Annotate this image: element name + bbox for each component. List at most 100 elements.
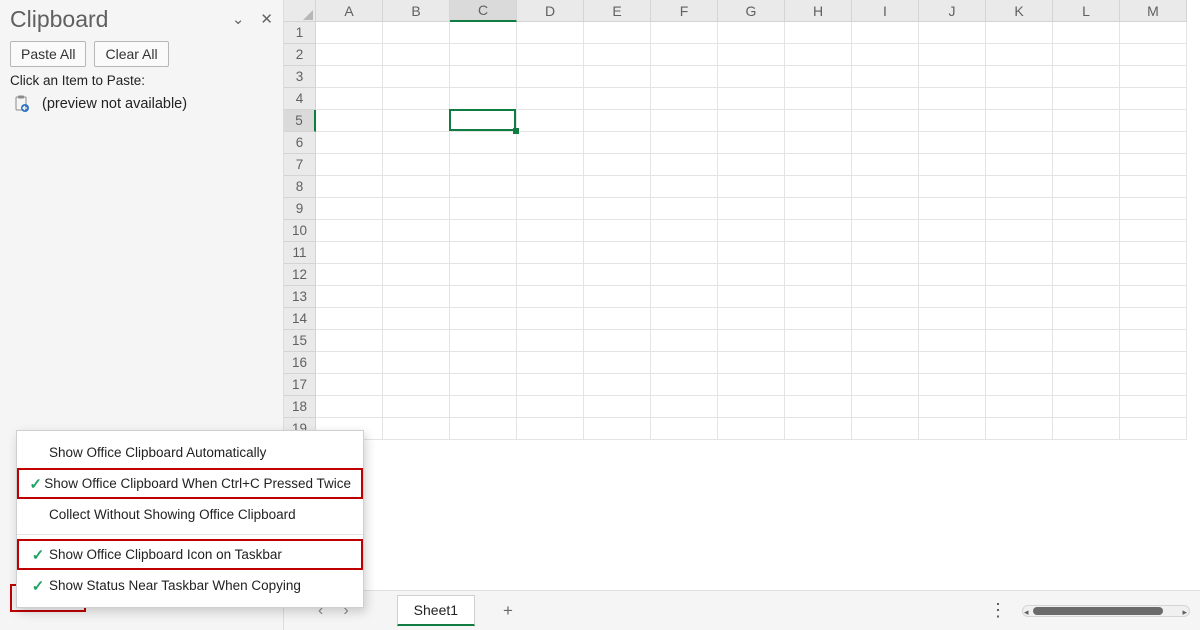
cell[interactable] [651, 352, 718, 374]
scroll-left-icon[interactable]: ◂ [1024, 607, 1029, 618]
cell[interactable] [383, 242, 450, 264]
cell[interactable] [316, 308, 383, 330]
cell[interactable] [785, 374, 852, 396]
cell[interactable] [517, 110, 584, 132]
cell[interactable] [1120, 44, 1187, 66]
cell[interactable] [450, 374, 517, 396]
cell[interactable] [1120, 330, 1187, 352]
cell[interactable] [584, 352, 651, 374]
cell[interactable] [718, 44, 785, 66]
cell[interactable] [450, 44, 517, 66]
cell[interactable] [584, 264, 651, 286]
cell[interactable] [517, 44, 584, 66]
cell[interactable] [517, 176, 584, 198]
cell[interactable] [986, 264, 1053, 286]
cell[interactable] [584, 374, 651, 396]
cell[interactable] [450, 286, 517, 308]
column-header[interactable]: E [584, 0, 651, 22]
cell[interactable] [785, 286, 852, 308]
options-menu-item[interactable]: ✓Show Office Clipboard Icon on Taskbar [17, 539, 363, 570]
cell[interactable] [517, 220, 584, 242]
cell[interactable] [450, 330, 517, 352]
cell[interactable] [517, 198, 584, 220]
cell[interactable] [450, 132, 517, 154]
cell[interactable] [785, 154, 852, 176]
cell[interactable] [919, 418, 986, 440]
cell[interactable] [383, 22, 450, 44]
options-menu-item[interactable]: ✓Show Status Near Taskbar When Copying [17, 570, 363, 601]
cell[interactable] [1120, 88, 1187, 110]
cell[interactable] [718, 198, 785, 220]
cell[interactable] [450, 176, 517, 198]
cell[interactable] [517, 352, 584, 374]
cell[interactable] [1120, 220, 1187, 242]
column-header[interactable]: M [1120, 0, 1187, 22]
cell[interactable] [785, 264, 852, 286]
cell[interactable] [651, 308, 718, 330]
cell[interactable] [785, 22, 852, 44]
cell[interactable] [852, 418, 919, 440]
cell[interactable] [651, 132, 718, 154]
cell[interactable] [584, 154, 651, 176]
cell[interactable] [919, 66, 986, 88]
cell[interactable] [1053, 286, 1120, 308]
cell[interactable] [316, 154, 383, 176]
cell[interactable] [316, 44, 383, 66]
cell[interactable] [584, 110, 651, 132]
cell[interactable] [1053, 22, 1120, 44]
row-header[interactable]: 14 [284, 308, 316, 330]
column-header[interactable]: D [517, 0, 584, 22]
cell[interactable] [718, 418, 785, 440]
row-header[interactable]: 17 [284, 374, 316, 396]
cell[interactable] [852, 374, 919, 396]
cell[interactable] [919, 352, 986, 374]
cell[interactable] [919, 330, 986, 352]
cell[interactable] [316, 132, 383, 154]
add-sheet-button[interactable]: + [503, 601, 513, 621]
cell[interactable] [986, 308, 1053, 330]
cell[interactable] [651, 242, 718, 264]
cell[interactable] [383, 374, 450, 396]
cell[interactable] [517, 132, 584, 154]
cell[interactable] [517, 330, 584, 352]
cell[interactable] [785, 418, 852, 440]
cell[interactable] [718, 286, 785, 308]
select-all-triangle[interactable] [284, 0, 316, 22]
cell[interactable] [785, 88, 852, 110]
cell[interactable] [450, 242, 517, 264]
cell[interactable] [651, 264, 718, 286]
cell[interactable] [450, 352, 517, 374]
cell[interactable] [450, 66, 517, 88]
cell[interactable] [383, 286, 450, 308]
cell[interactable] [1053, 88, 1120, 110]
cell[interactable] [383, 44, 450, 66]
cell[interactable] [651, 154, 718, 176]
cell[interactable] [852, 66, 919, 88]
cell[interactable] [1053, 374, 1120, 396]
cell[interactable] [383, 396, 450, 418]
cell[interactable] [986, 220, 1053, 242]
cell[interactable] [517, 308, 584, 330]
column-header[interactable]: J [919, 0, 986, 22]
cell[interactable] [919, 132, 986, 154]
cell[interactable] [852, 154, 919, 176]
cell[interactable] [651, 110, 718, 132]
cell[interactable] [450, 308, 517, 330]
cell[interactable] [852, 242, 919, 264]
cell[interactable] [584, 44, 651, 66]
cell[interactable] [919, 88, 986, 110]
cell[interactable] [450, 154, 517, 176]
row-header[interactable]: 9 [284, 198, 316, 220]
options-menu-item[interactable]: Collect Without Showing Office Clipboard [17, 499, 363, 530]
row-header[interactable]: 8 [284, 176, 316, 198]
cell[interactable] [852, 198, 919, 220]
cell[interactable] [919, 374, 986, 396]
cell[interactable] [651, 374, 718, 396]
fill-handle[interactable] [513, 128, 519, 134]
cell[interactable] [316, 330, 383, 352]
cell[interactable] [383, 176, 450, 198]
cell[interactable] [919, 154, 986, 176]
cell[interactable] [986, 198, 1053, 220]
cell[interactable] [517, 374, 584, 396]
cell[interactable] [1120, 242, 1187, 264]
